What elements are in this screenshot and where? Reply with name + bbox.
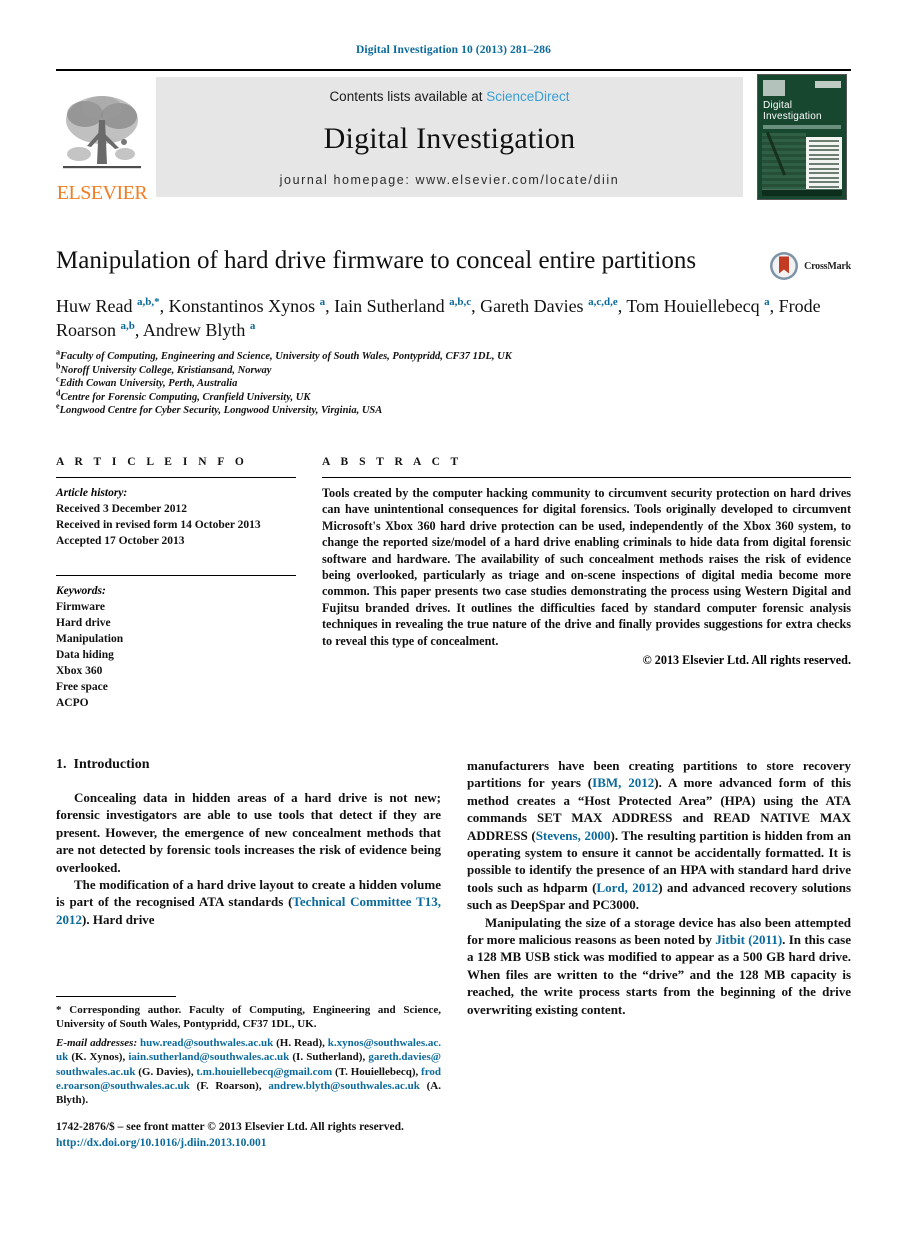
history-item: Received 3 December 2012 <box>56 502 188 515</box>
citation-link[interactable]: Jitbit (2011) <box>715 932 782 947</box>
affiliation-text: Centre for Forensic Computing, Cranfield… <box>60 391 311 403</box>
email-entry: t.m.houiellebecq@gmail.com (T. Houielleb… <box>196 1066 421 1078</box>
cover-art: Digital Investigation <box>757 74 847 200</box>
citation-link[interactable]: Lord, 2012 <box>596 880 658 895</box>
body-column-right: manufacturers have been creating partiti… <box>467 757 851 1018</box>
email-person: (H. Read), <box>273 1036 328 1049</box>
banner-center: Contents lists available at ScienceDirec… <box>156 77 743 197</box>
front-matter-line: 1742-2876/$ – see front matter © 2013 El… <box>56 1121 404 1133</box>
affiliation-item: bNoroff University College, Kristiansand… <box>56 362 851 378</box>
cover-photo <box>762 133 806 195</box>
contents-prefix: Contents lists available at <box>329 89 487 104</box>
abstract-column: A B S T R A C T Tools created by the com… <box>322 456 851 711</box>
journal-homepage[interactable]: journal homepage: www.elsevier.com/locat… <box>280 173 620 187</box>
cover-publisher-mark <box>763 80 785 96</box>
divider <box>322 476 851 478</box>
abstract-text: Tools created by the computer hacking co… <box>322 485 851 648</box>
email-entry: huw.read@southwales.ac.uk (H. Read), <box>140 1037 328 1049</box>
cover-title: Digital Investigation <box>763 100 822 122</box>
article-info-heading: A R T I C L E I N F O <box>56 455 248 468</box>
cover-title-line2: Investigation <box>763 110 822 122</box>
paragraph: The modification of a hard drive layout … <box>56 876 441 928</box>
crossmark-icon <box>770 252 799 280</box>
email-entry: iain.sutherland@southwales.ac.uk (I. Sut… <box>128 1051 368 1063</box>
body-columns: 1. Introduction Concealing data in hidden… <box>56 757 851 1018</box>
section-heading: 1. Introduction <box>56 757 441 773</box>
keyword-item: Firmware <box>56 600 105 613</box>
divider <box>56 476 296 478</box>
corresponding-author-note: * Corresponding author. Faculty of Compu… <box>56 1004 441 1031</box>
email-person: (G. Davies), <box>135 1065 197 1078</box>
elsevier-tree-icon <box>63 96 141 169</box>
elsevier-logo: ELSEVIER <box>56 71 148 203</box>
article-info-column: A R T I C L E I N F O Article history: R… <box>56 456 296 711</box>
journal-cover-thumbnail[interactable]: Digital Investigation <box>753 71 851 203</box>
journal-title: Digital Investigation <box>323 121 576 155</box>
citation-link[interactable]: IBM, 2012 <box>592 775 654 790</box>
running-head: Digital Investigation 10 (2013) 281–286 <box>356 44 551 56</box>
keyword-item: Hard drive <box>56 616 111 629</box>
contents-available-line: Contents lists available at ScienceDirec… <box>329 89 569 104</box>
paragraph: Concealing data in hidden areas of a har… <box>56 789 441 875</box>
paragraph: manufacturers have been creating partiti… <box>467 757 851 914</box>
cover-subtitle-bar <box>763 125 841 129</box>
article-history-label: Article history: <box>56 486 128 499</box>
info-abstract-row: A R T I C L E I N F O Article history: R… <box>56 456 851 711</box>
footnote-block: * Corresponding author. Faculty of Compu… <box>56 996 441 1108</box>
affiliation-item: dCentre for Forensic Computing, Cranfiel… <box>56 389 851 405</box>
doi-link[interactable]: http://dx.doi.org/10.1016/j.diin.2013.10… <box>56 1136 456 1152</box>
section-title: Introduction <box>73 756 150 772</box>
sciencedirect-link[interactable]: ScienceDirect <box>486 89 569 104</box>
email-person: (F. Roarson), <box>189 1080 269 1093</box>
affiliation-text: Noroff University College, Kristiansand,… <box>60 364 272 376</box>
cover-title-line1: Digital <box>763 100 793 111</box>
paragraph-part: ). Hard drive <box>82 911 155 927</box>
history-item: Received in revised form 14 October 2013 <box>56 518 261 531</box>
affiliation-text: Longwood Centre for Cyber Security, Long… <box>59 405 383 417</box>
citation-link[interactable]: Stevens, 2000 <box>536 828 611 843</box>
keywords-label: Keywords: <box>56 584 106 597</box>
paper-page: Digital Investigation 10 (2013) 281–286 <box>0 0 907 1238</box>
affiliation-item: aFaculty of Computing, Engineering and S… <box>56 348 851 364</box>
cover-contents-list <box>806 137 842 193</box>
email-link[interactable]: t.m.houiellebecq@gmail.com <box>196 1066 332 1078</box>
keyword-item: ACPO <box>56 696 89 709</box>
body-column-left: 1. Introduction Concealing data in hidden… <box>56 757 441 1018</box>
email-link[interactable]: huw.read@southwales.ac.uk <box>140 1037 273 1049</box>
affiliation-list: aFaculty of Computing, Engineering and S… <box>56 348 851 418</box>
keyword-item: Manipulation <box>56 632 124 645</box>
footnote-rule <box>56 996 176 997</box>
colophon-block: 1742-2876/$ – see front matter © 2013 El… <box>56 1120 456 1151</box>
title-block: Manipulation of hard drive firmware to c… <box>56 245 851 280</box>
email-link[interactable]: andrew.blyth@southwales.ac.uk <box>268 1080 420 1092</box>
cover-badge <box>815 81 841 88</box>
keyword-item: Free space <box>56 680 108 693</box>
email-link[interactable]: iain.sutherland@southwales.ac.uk <box>128 1051 289 1063</box>
section-number: 1. <box>56 756 67 772</box>
affiliation-text: Faculty of Computing, Engineering and Sc… <box>60 351 512 362</box>
crossmark-badge[interactable]: CrossMark <box>769 251 851 281</box>
cover-footer-bar <box>762 189 842 196</box>
abstract-copyright: © 2013 Elsevier Ltd. All rights reserved… <box>642 653 851 668</box>
email-person: (I. Sutherland), <box>289 1051 369 1064</box>
page-title: Manipulation of hard drive firmware to c… <box>56 247 697 274</box>
abstract-heading: A B S T R A C T <box>322 455 463 468</box>
divider <box>56 574 296 576</box>
keyword-item: Xbox 360 <box>56 664 103 677</box>
affiliation-item: cEdith Cowan University, Perth, Australi… <box>56 375 851 391</box>
email-person: (K. Xynos), <box>68 1051 129 1064</box>
history-item: Accepted 17 October 2013 <box>56 534 185 547</box>
author-list: Huw Read a,b,*, Konstantinos Xynos a, Ia… <box>56 296 821 340</box>
crossmark-label: CrossMark <box>804 260 851 272</box>
journal-banner: ELSEVIER Contents lists available at Sci… <box>56 69 851 203</box>
affiliation-item: eLongwood Centre for Cyber Security, Lon… <box>56 402 851 418</box>
keyword-item: Data hiding <box>56 648 114 661</box>
paragraph: Manipulating the size of a storage devic… <box>467 914 851 1018</box>
email-addresses-note: E-mail addresses: huw.read@southwales.ac… <box>56 1036 441 1108</box>
email-person: (T. Houiellebecq), <box>332 1065 422 1078</box>
affiliation-text: Edith Cowan University, Perth, Australia <box>59 378 238 390</box>
elsevier-wordmark: ELSEVIER <box>56 182 148 204</box>
email-label: E-mail addresses: <box>56 1036 138 1049</box>
